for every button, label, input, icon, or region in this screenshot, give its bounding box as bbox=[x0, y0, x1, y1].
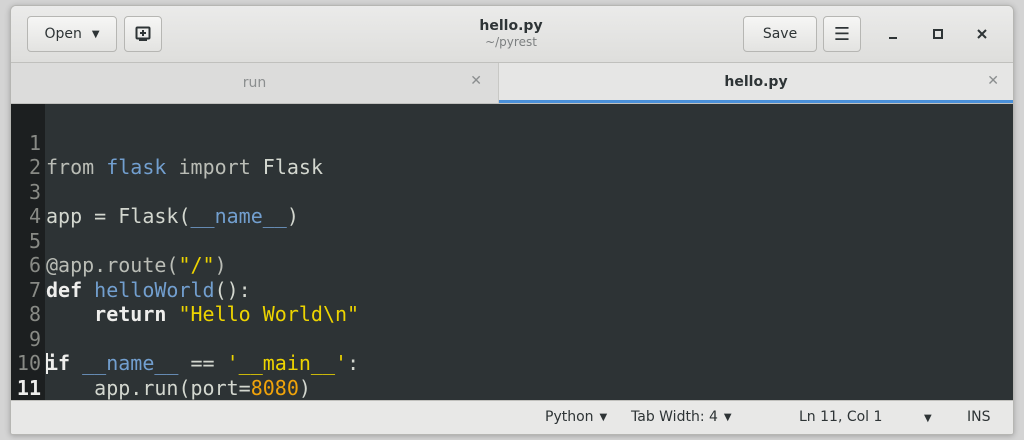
tab-label: hello.py bbox=[724, 73, 788, 90]
code-text: app.run(port=8080) bbox=[46, 375, 311, 400]
minimize-icon bbox=[889, 37, 897, 39]
code-line-current: 11 bbox=[11, 351, 1013, 400]
window-title-area: hello.py ~/pyrest bbox=[371, 18, 651, 49]
tab-run[interactable]: run ✕ bbox=[11, 63, 499, 103]
code-line: 9 if __name__ == '__main__': bbox=[11, 302, 1013, 376]
open-button-label: Open bbox=[44, 26, 82, 42]
hamburger-menu-icon: ☰ bbox=[833, 23, 851, 45]
code-line: 10 app.run(port=8080) bbox=[11, 327, 1013, 400]
code-editor[interactable]: 1 from flask import Flask 2 3 app = Flas… bbox=[11, 104, 1013, 400]
code-line: 8 bbox=[11, 278, 1013, 326]
close-icon[interactable]: ✕ bbox=[987, 73, 999, 89]
new-document-icon bbox=[135, 26, 151, 41]
menu-button[interactable]: ☰ bbox=[823, 16, 861, 52]
maximize-icon bbox=[933, 29, 943, 39]
close-button[interactable] bbox=[972, 24, 992, 44]
close-icon[interactable]: ✕ bbox=[470, 73, 482, 89]
code-line: 3 app = Flask(__name__) bbox=[11, 155, 1013, 229]
save-button[interactable]: Save bbox=[743, 16, 817, 52]
tab-width-selector[interactable]: Tab Width: 4 ▼ bbox=[631, 409, 732, 425]
chevron-down-icon[interactable]: ▼ bbox=[924, 413, 932, 424]
window-title: hello.py bbox=[479, 18, 543, 34]
close-icon bbox=[977, 29, 987, 39]
code-line: 4 bbox=[11, 180, 1013, 228]
code-line: 2 bbox=[11, 131, 1013, 179]
status-bar: Python ▼ Tab Width: 4 ▼ Ln 11, Col 1 ▼ I… bbox=[11, 400, 1013, 434]
tab-bar: run ✕ hello.py ✕ bbox=[11, 63, 1013, 104]
editor-window: Open ▼ hello.py ~/pyrest Save ☰ run ✕ he… bbox=[10, 5, 1014, 435]
header-bar: Open ▼ hello.py ~/pyrest Save ☰ bbox=[11, 6, 1013, 63]
chevron-down-icon: ▼ bbox=[599, 411, 608, 423]
code-line: 5 @app.route("/") bbox=[11, 204, 1013, 278]
tab-label: run bbox=[242, 75, 267, 91]
tab-hello-py[interactable]: hello.py ✕ bbox=[499, 63, 1013, 103]
line-number: 11 bbox=[16, 375, 41, 400]
text-cursor bbox=[46, 353, 48, 374]
cursor-position-label: Ln 11, Col 1 bbox=[799, 409, 883, 425]
language-selector[interactable]: Python ▼ bbox=[545, 409, 607, 425]
minimize-button[interactable] bbox=[883, 24, 903, 44]
window-subtitle: ~/pyrest bbox=[485, 35, 537, 49]
insert-mode-indicator: INS bbox=[967, 409, 991, 425]
chevron-down-icon: ▼ bbox=[91, 28, 100, 40]
maximize-button[interactable] bbox=[928, 24, 948, 44]
chevron-down-icon: ▼ bbox=[723, 411, 732, 423]
code-line: 6 def helloWorld(): bbox=[11, 229, 1013, 302]
code-line: 7 return "Hello World\n" bbox=[11, 253, 1013, 327]
open-button[interactable]: Open ▼ bbox=[27, 16, 117, 52]
cursor-position[interactable]: Ln 11, Col 1 bbox=[799, 409, 882, 425]
tab-width-label: Tab Width: 4 bbox=[631, 409, 718, 425]
new-document-button[interactable] bbox=[124, 16, 162, 52]
code-line: 1 from flask import Flask bbox=[11, 106, 1013, 180]
language-label: Python bbox=[545, 409, 594, 425]
